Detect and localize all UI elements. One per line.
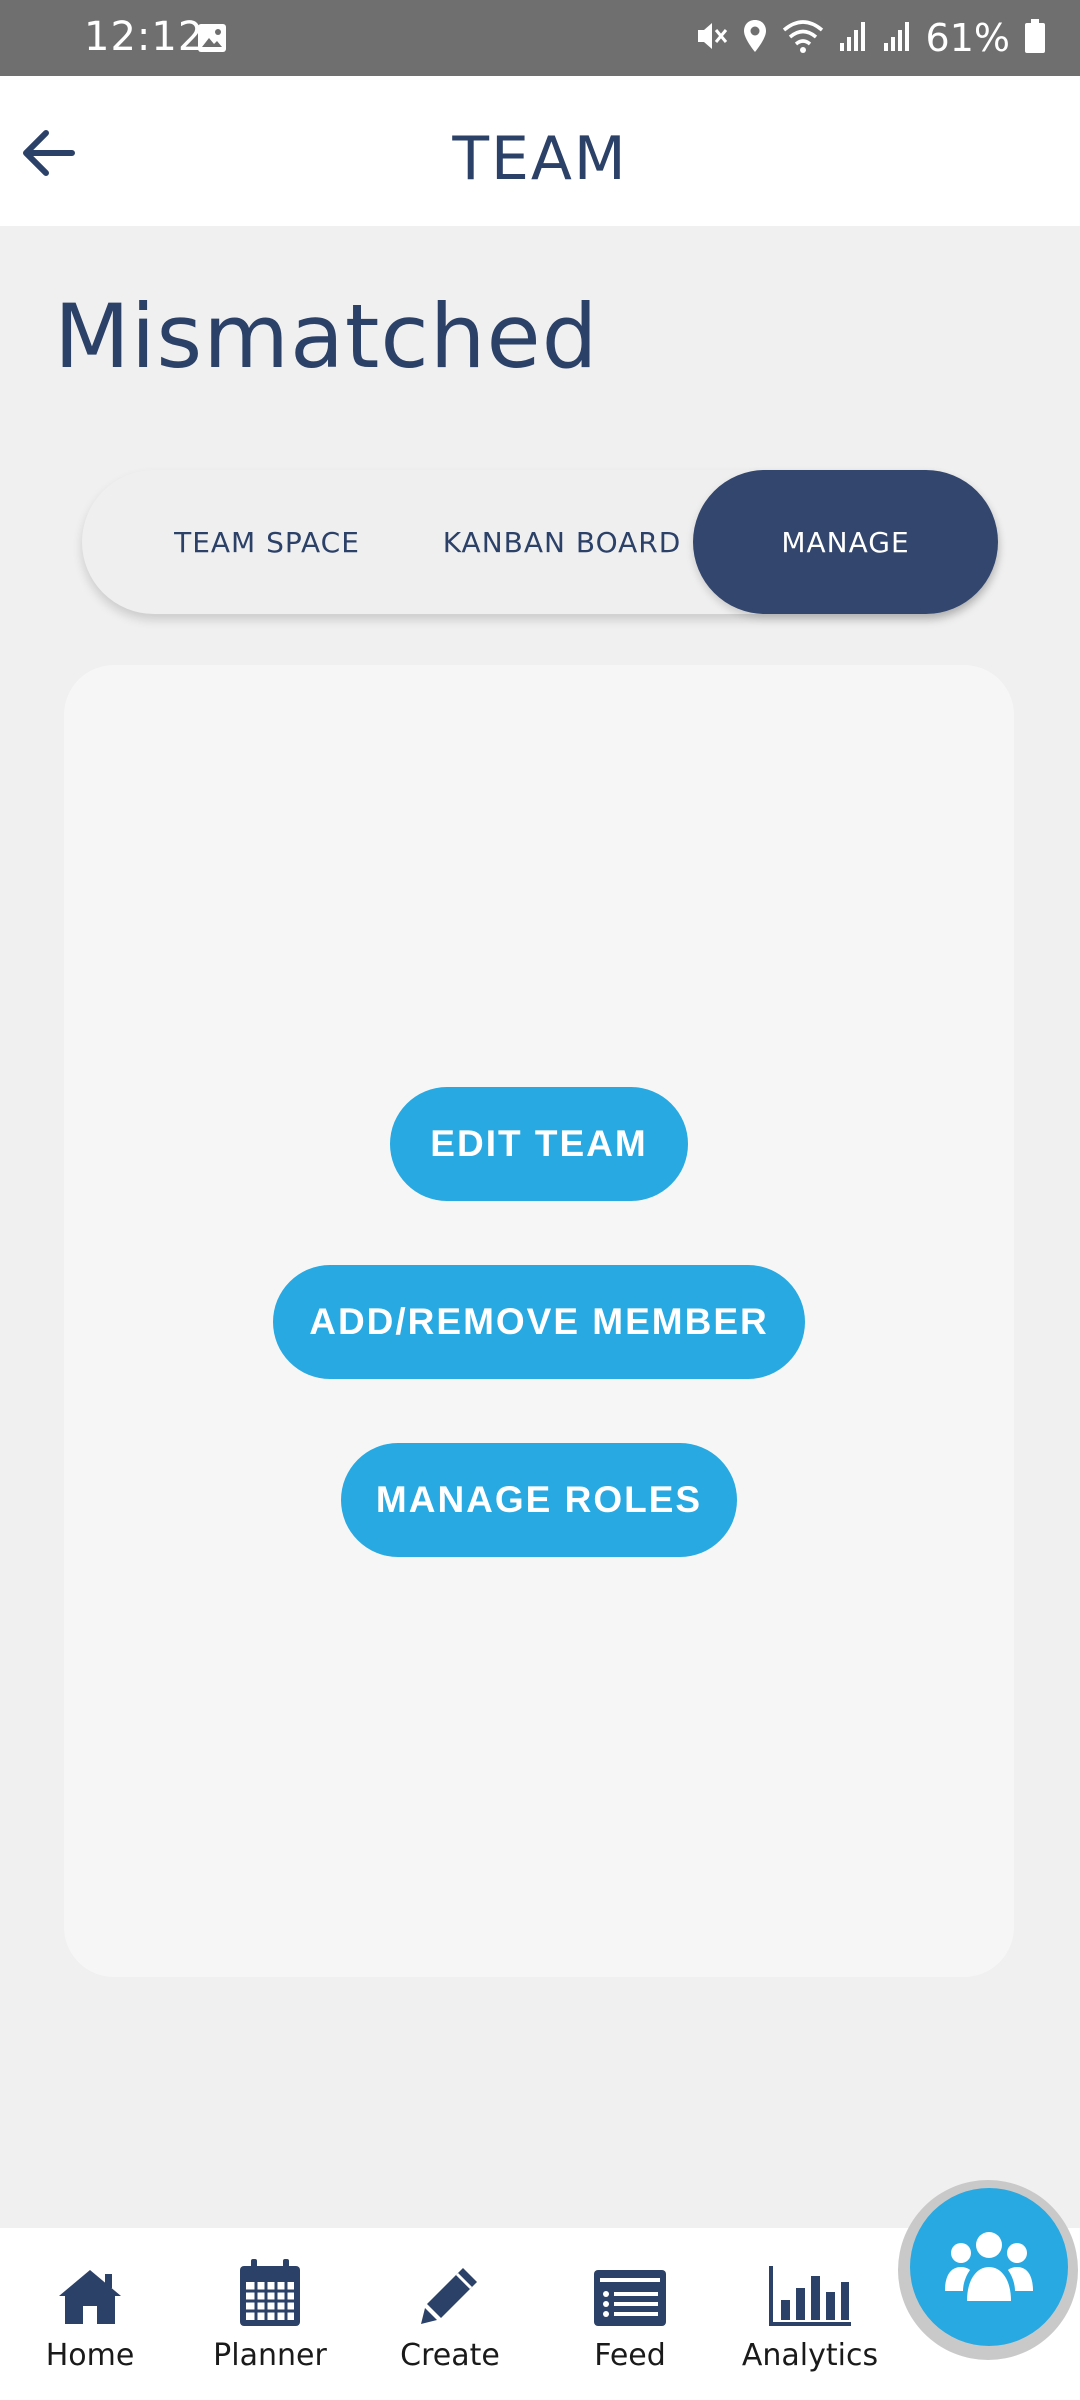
app-bar: TEAM — [0, 76, 1080, 226]
status-icons: 61% — [694, 16, 1046, 60]
nav-feed-label: Feed — [594, 2338, 666, 2373]
manage-card: EDIT TEAM ADD/REMOVE MEMBER MANAGE ROLES — [64, 665, 1014, 1977]
edit-team-button[interactable]: EDIT TEAM — [390, 1087, 688, 1201]
mute-icon — [694, 18, 728, 58]
team-icon — [945, 2232, 1033, 2301]
tab-bar: TEAM SPACE KANBAN BOARD MANAGE — [82, 470, 998, 614]
location-icon — [742, 18, 768, 58]
signal-icon-2 — [882, 19, 912, 57]
nav-feed[interactable]: Feed — [550, 2256, 710, 2373]
nav-analytics[interactable]: Analytics — [730, 2256, 890, 2373]
nav-analytics-label: Analytics — [741, 2338, 879, 2373]
tab-team-space[interactable]: TEAM SPACE — [122, 470, 412, 614]
nav-home-label: Home — [45, 2338, 135, 2373]
nav-create-label: Create — [400, 2338, 500, 2373]
status-bar: 12:12 61% — [0, 0, 1080, 76]
home-icon — [10, 2256, 170, 2328]
nav-home[interactable]: Home — [10, 2256, 170, 2373]
add-remove-member-button[interactable]: ADD/REMOVE MEMBER — [273, 1265, 805, 1379]
feed-icon — [550, 2256, 710, 2328]
wifi-icon — [782, 18, 824, 58]
battery-percent: 61% — [925, 16, 1010, 60]
gallery-notification-icon — [196, 22, 228, 58]
manage-roles-button[interactable]: MANAGE ROLES — [341, 1443, 737, 1557]
team-name: Mismatched — [54, 285, 599, 388]
battery-icon — [1024, 18, 1046, 58]
status-time: 12:12 — [84, 14, 205, 60]
signal-icon-1 — [838, 19, 868, 57]
tab-manage[interactable]: MANAGE — [693, 470, 998, 614]
nav-create[interactable]: Create — [370, 2256, 530, 2373]
team-fab-button[interactable] — [910, 2188, 1068, 2346]
page-title: TEAM — [452, 124, 628, 194]
nav-planner[interactable]: Planner — [190, 2256, 350, 2373]
nav-planner-label: Planner — [213, 2338, 327, 2373]
bar-chart-icon — [730, 2256, 890, 2328]
calendar-icon — [190, 2256, 350, 2328]
pencil-icon — [370, 2256, 530, 2328]
tab-kanban-board[interactable]: KANBAN BOARD — [412, 470, 712, 614]
